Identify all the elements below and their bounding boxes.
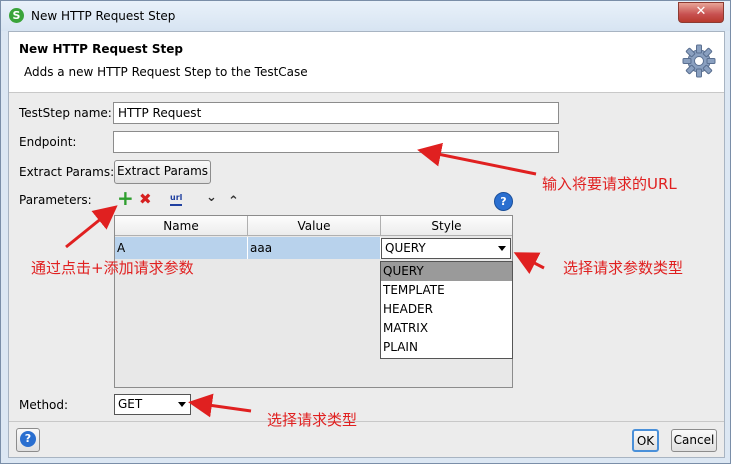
arrow-to-add	[65, 205, 118, 249]
annotation-arrows	[65, 142, 545, 418]
arrow-to-style	[513, 252, 545, 274]
arrow-to-method	[188, 393, 252, 418]
arrow-to-endpoint	[417, 142, 537, 176]
dialog-window: S New HTTP Request Step ✕ New HTTP Reque…	[0, 0, 731, 464]
